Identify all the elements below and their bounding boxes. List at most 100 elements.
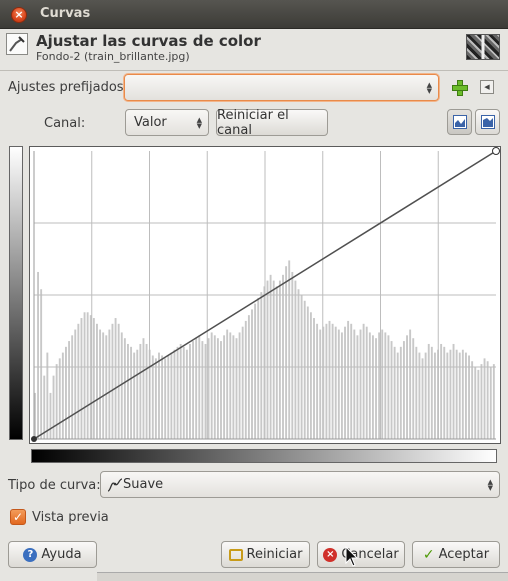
histogram-bar — [105, 335, 108, 439]
image-name: Fondo-2 (train_brillante.jpg) — [36, 50, 190, 63]
histogram-bar — [80, 318, 83, 439]
histogram-bar — [409, 329, 412, 439]
window-title: Curvas — [40, 6, 91, 21]
histogram-bar — [142, 338, 145, 439]
histogram-bar — [170, 352, 173, 439]
histogram-bar — [40, 289, 43, 439]
histogram-bar — [396, 352, 399, 439]
output-gradient-bar — [9, 146, 23, 440]
histogram-bar — [117, 323, 120, 439]
histogram-bar — [415, 346, 418, 439]
histogram-bar — [340, 332, 343, 439]
histogram-bar — [86, 312, 89, 439]
histogram-bar — [216, 338, 219, 439]
reset-channel-label: Reiniciar el canal — [217, 107, 289, 138]
cancel-button[interactable]: × Cancelar — [317, 541, 405, 568]
histogram-bar — [381, 329, 384, 439]
histogram-bar — [251, 309, 253, 439]
histogram-bar — [46, 352, 49, 439]
cancel-icon: × — [323, 547, 338, 562]
histogram-bar — [371, 335, 374, 439]
histogram-bar — [331, 323, 334, 439]
histogram-bar — [291, 271, 294, 439]
histogram-bar — [241, 326, 244, 439]
histogram-bar — [464, 352, 467, 439]
histogram-bar — [49, 392, 52, 439]
histogram-bar — [77, 323, 80, 439]
reset-channel-button[interactable]: Reiniciar el canal — [216, 107, 328, 138]
histogram-bar — [139, 343, 142, 439]
histogram-bar — [489, 367, 492, 439]
histogram-bar — [136, 349, 139, 439]
ok-button[interactable]: ✓ Aceptar — [412, 541, 500, 568]
curves-graph-canvas[interactable] — [30, 147, 500, 443]
histogram-bar — [443, 346, 446, 439]
histogram-bar — [145, 343, 148, 439]
curves-graph[interactable] — [29, 146, 501, 444]
histogram-bar — [362, 323, 365, 439]
histogram-bar — [375, 338, 377, 439]
log-histogram-button[interactable] — [475, 109, 500, 135]
channel-label: Canal: — [44, 116, 86, 131]
ok-label: Aceptar — [438, 547, 490, 562]
close-icon[interactable]: × — [11, 7, 27, 23]
curve-point-end — [492, 147, 500, 155]
histogram-bar — [92, 318, 95, 439]
curve-type-combo[interactable]: Suave ▲ ▼ — [100, 471, 500, 498]
histogram-bar — [173, 349, 176, 439]
help-button[interactable]: ? Ayuda — [8, 541, 97, 568]
histogram-bar — [424, 352, 427, 439]
histogram-bar — [359, 329, 362, 439]
histogram-bar — [210, 332, 213, 439]
histogram-bar — [486, 361, 489, 439]
image-thumbnail — [466, 34, 500, 60]
histogram-bar — [238, 332, 241, 439]
histogram-bar — [176, 346, 179, 439]
histogram-bar — [167, 355, 170, 439]
histogram-bar — [368, 332, 371, 439]
histogram-bar — [297, 289, 300, 439]
preset-menu-icon[interactable]: ◀ — [480, 80, 494, 94]
histogram-bar — [433, 352, 436, 439]
preview-label: Vista previa — [32, 510, 109, 525]
histogram-bar — [278, 280, 281, 439]
histogram-bar — [365, 326, 368, 439]
help-label: Ayuda — [41, 547, 82, 562]
histogram-bar — [232, 335, 235, 439]
histogram-bar — [328, 320, 331, 439]
smooth-curve-icon — [107, 478, 123, 492]
histogram-bar — [71, 335, 74, 439]
histogram-bar — [108, 329, 111, 439]
histogram-bar — [387, 335, 390, 439]
histogram-bar — [213, 335, 216, 439]
histogram-bar — [123, 338, 126, 439]
histogram-bar — [313, 318, 315, 439]
histogram-bar — [471, 361, 474, 439]
add-preset-icon[interactable] — [451, 79, 469, 97]
reset-button[interactable]: Reiniciar — [221, 541, 310, 568]
histogram-bar — [285, 266, 288, 439]
histogram-bar — [65, 346, 67, 439]
combo-arrows-icon: ▲ ▼ — [487, 477, 493, 492]
presets-combo[interactable]: ▲ ▼ — [124, 74, 439, 101]
histogram-bar — [58, 358, 61, 439]
histogram-bar — [207, 338, 210, 439]
histogram-bar — [319, 329, 322, 439]
histogram-bar — [458, 352, 461, 439]
histogram-bar — [111, 323, 114, 439]
histogram-bar — [130, 346, 133, 439]
histogram-bar — [96, 323, 98, 439]
histogram-bar — [356, 335, 359, 439]
histogram-bar — [430, 346, 433, 439]
linear-histogram-button[interactable] — [447, 109, 472, 135]
channel-combo[interactable]: Valor ▲ ▼ — [125, 109, 209, 136]
histogram-bar — [179, 343, 182, 439]
histogram-bar — [151, 355, 154, 439]
preview-checkbox[interactable]: ✓ — [10, 509, 26, 525]
curve-type-label: Tipo de curva: — [8, 478, 101, 493]
reset-label: Reiniciar — [246, 547, 303, 562]
histogram-bar — [275, 286, 278, 439]
histogram-bar — [154, 358, 157, 439]
histogram-bar — [483, 358, 486, 439]
curve-point-start — [31, 436, 37, 442]
